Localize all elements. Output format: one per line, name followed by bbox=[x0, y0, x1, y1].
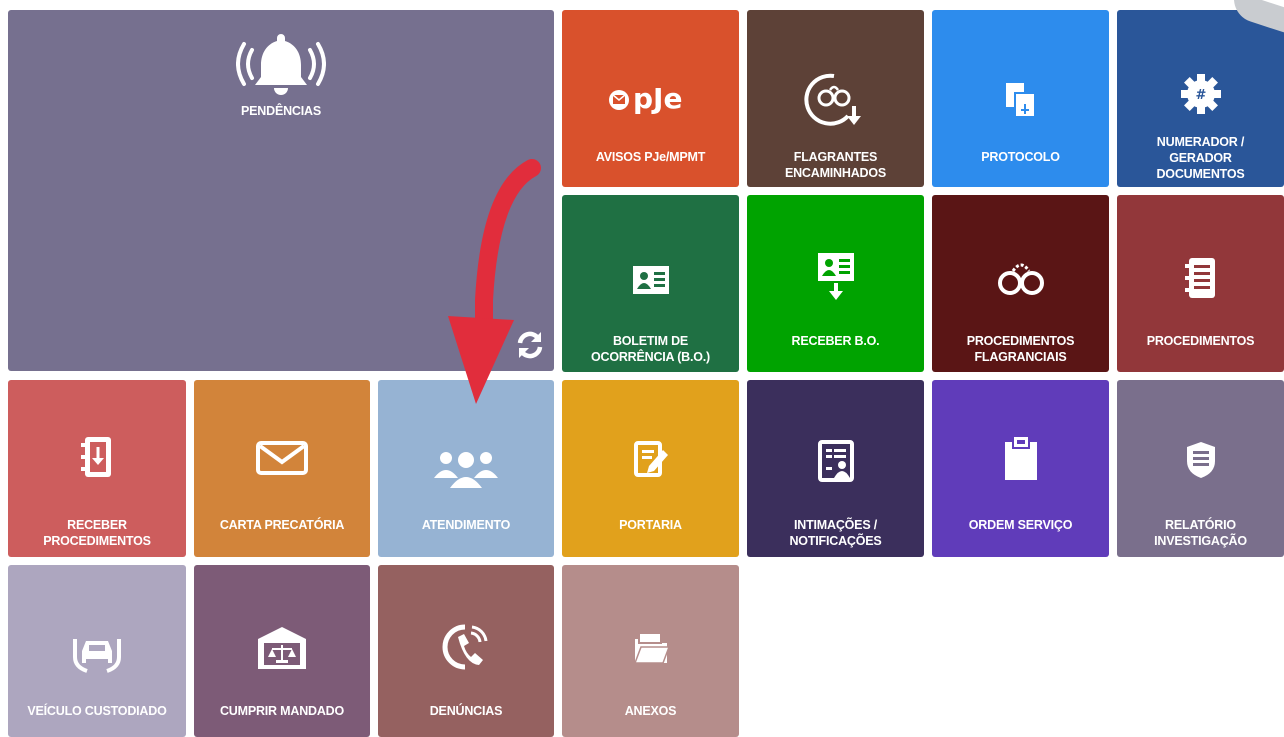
tile-label: RECEBER B.O. bbox=[791, 334, 880, 348]
car-hands-icon bbox=[8, 629, 186, 673]
tile-relatorio-investigacao[interactable]: RELATÓRIO INVESTIGAÇÃO bbox=[1117, 380, 1284, 557]
tile-cumprir-mandado[interactable]: CUMPRIR MANDADO bbox=[194, 565, 370, 737]
tile-anexos[interactable]: ANEXOS bbox=[562, 565, 739, 737]
tile-numerador-gerador[interactable]: # NUMERADOR / GERADOR DOCUMENTOS bbox=[1117, 0, 1284, 187]
tile-label: DENÚNCIAS bbox=[429, 704, 503, 718]
tile-atendimento[interactable]: ATENDIMENTO bbox=[378, 380, 554, 557]
tile-label: NUMERADOR / GERADOR DOCUMENTOS bbox=[1156, 135, 1245, 181]
tile-portaria[interactable]: PORTARIA bbox=[562, 380, 739, 557]
tile-avisos-pje[interactable]: pJe AVISOS PJe/MPMT bbox=[562, 10, 739, 187]
tile-procedimentos[interactable]: PROCEDIMENTOS bbox=[1117, 195, 1284, 372]
tile-procedimentos-flagranciais[interactable]: PROCEDIMENTOS FLAGRANCIAIS bbox=[932, 195, 1109, 372]
tile-label: ORDEM SERVIÇO bbox=[968, 518, 1073, 532]
tile-boletim-ocorrencia[interactable]: BOLETIM DE OCORRÊNCIA (B.O.) bbox=[562, 195, 739, 372]
tile-label: ANEXOS bbox=[624, 704, 677, 718]
tile-label: CUMPRIR MANDADO bbox=[219, 704, 345, 718]
clipboard-icon bbox=[932, 434, 1109, 482]
tile-label: ATENDIMENTO bbox=[421, 518, 511, 532]
corner-decoration bbox=[1227, 0, 1284, 33]
tile-label: BOLETIM DE OCORRÊNCIA (B.O.) bbox=[590, 334, 711, 364]
tile-label: FLAGRANTES ENCAMINHADOS bbox=[784, 150, 887, 180]
tile-label: RECEBER PROCEDIMENTOS bbox=[43, 518, 151, 548]
handcuffs-forward-icon bbox=[747, 70, 924, 130]
tile-intimacoes-notificacoes[interactable]: INTIMAÇÕES / NOTIFICAÇÕES bbox=[747, 380, 924, 557]
folder-open-icon bbox=[562, 629, 739, 669]
handcuffs-icon bbox=[932, 257, 1109, 299]
gear-hash-icon: # bbox=[1117, 72, 1284, 116]
notebook-icon bbox=[1117, 257, 1284, 299]
tile-label: PENDÊNCIAS bbox=[241, 104, 321, 118]
shield-list-icon bbox=[1117, 440, 1284, 480]
tile-pendencias[interactable]: PENDÊNCIAS bbox=[8, 10, 554, 371]
tile-denuncias[interactable]: DENÚNCIAS bbox=[378, 565, 554, 737]
tile-label: PROCEDIMENTOS FLAGRANCIAIS bbox=[966, 334, 1075, 364]
refresh-icon[interactable] bbox=[514, 329, 546, 361]
tile-label: PROTOCOLO bbox=[981, 150, 1060, 164]
tile-protocolo[interactable]: PROTOCOLO bbox=[932, 10, 1109, 187]
tile-label: VEÍCULO CUSTODIADO bbox=[27, 704, 167, 718]
document-edit-icon bbox=[562, 440, 739, 480]
tile-veiculo-custodiado[interactable]: VEÍCULO CUSTODIADO bbox=[8, 565, 186, 737]
tile-receber-bo[interactable]: RECEBER B.O. bbox=[747, 195, 924, 372]
pje-logo-text: pJe bbox=[633, 82, 682, 115]
tile-receber-procedimentos[interactable]: RECEBER PROCEDIMENTOS bbox=[8, 380, 186, 557]
id-card-download-icon bbox=[747, 253, 924, 301]
tile-ordem-servico[interactable]: ORDEM SERVIÇO bbox=[932, 380, 1109, 557]
documents-icon bbox=[932, 80, 1109, 120]
courthouse-scales-icon bbox=[194, 623, 370, 671]
tile-label: CARTA PRECATÓRIA bbox=[219, 518, 345, 532]
bell-ringing-icon bbox=[8, 28, 554, 98]
tile-label: PROCEDIMENTOS bbox=[1146, 334, 1255, 348]
pje-logo: pJe bbox=[562, 80, 739, 116]
tile-carta-precatoria[interactable]: CARTA PRECATÓRIA bbox=[194, 380, 370, 557]
group-people-icon bbox=[378, 448, 554, 490]
notebook-download-icon bbox=[8, 436, 186, 478]
tile-label: AVISOS PJe/MPMT bbox=[595, 150, 706, 164]
tile-label: PORTARIA bbox=[619, 518, 682, 532]
phone-ringing-icon bbox=[378, 623, 554, 673]
tile-label: RELATÓRIO INVESTIGAÇÃO bbox=[1154, 518, 1247, 548]
tile-flagrantes-encaminhados[interactable]: FLAGRANTES ENCAMINHADOS bbox=[747, 10, 924, 187]
envelope-icon bbox=[194, 441, 370, 475]
svg-text:#: # bbox=[1195, 88, 1206, 103]
id-card-icon bbox=[562, 263, 739, 297]
tile-label: INTIMAÇÕES / NOTIFICAÇÕES bbox=[789, 518, 882, 548]
document-person-icon bbox=[747, 440, 924, 482]
